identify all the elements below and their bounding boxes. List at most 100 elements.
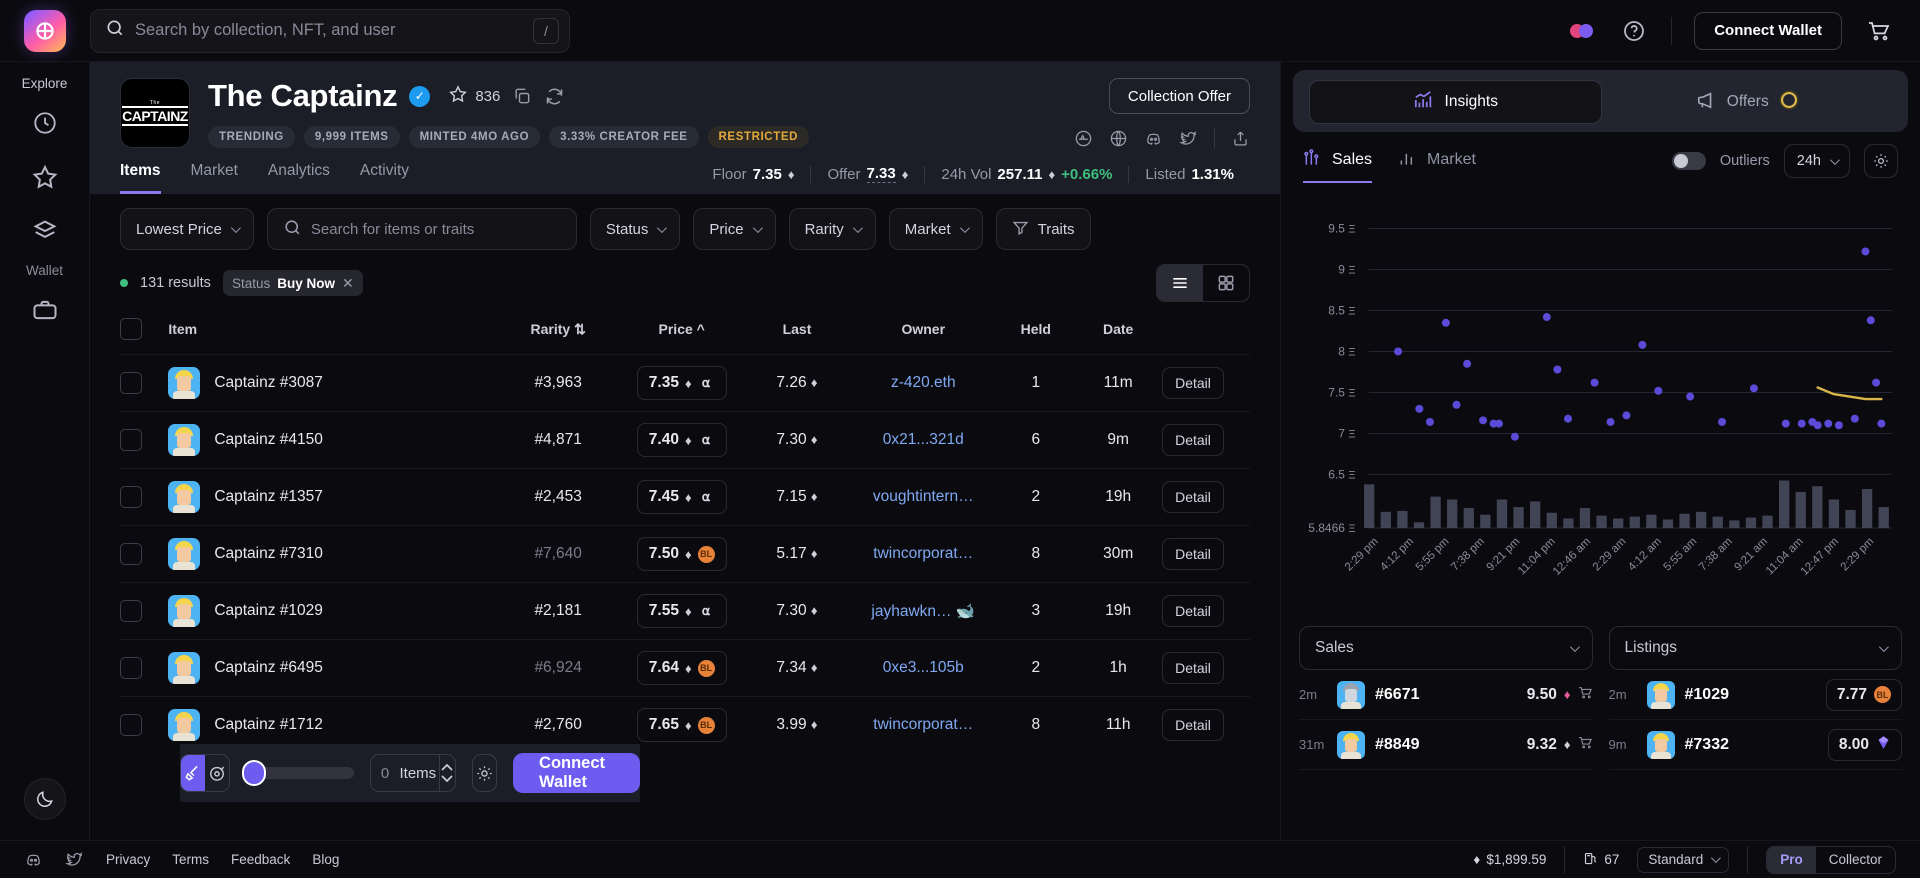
tab-items[interactable]: Items [120, 162, 161, 194]
detail-button[interactable]: Detail [1162, 367, 1224, 399]
listings-dropdown[interactable]: Listings [1609, 626, 1903, 670]
refresh-icon[interactable] [544, 86, 565, 107]
select-all-checkbox[interactable] [120, 318, 142, 340]
sweep-quantity-stepper[interactable]: 0 Items [370, 754, 457, 792]
discord-icon[interactable] [24, 850, 43, 869]
rewards-icon[interactable] [1567, 16, 1597, 46]
tab-analytics[interactable]: Analytics [268, 162, 330, 194]
item-search-input[interactable]: Search for items or traits [267, 208, 577, 250]
grid-view-icon[interactable] [1203, 265, 1249, 301]
listing-price-badge[interactable]: 8.00 [1828, 729, 1902, 761]
column-price[interactable]: Price ^ [619, 310, 745, 355]
sidebar-item-watchlist[interactable] [14, 155, 76, 199]
row-checkbox[interactable] [120, 657, 142, 679]
owner-link[interactable]: voughtintern… [873, 488, 974, 505]
traits-filter[interactable]: Traits [996, 208, 1091, 250]
sidebar-item-collections[interactable] [14, 209, 76, 253]
stat-offer[interactable]: Offer 7.33 ♦ [811, 165, 924, 183]
chart-settings-gear-icon[interactable] [1864, 144, 1898, 178]
column-date[interactable]: Date [1074, 310, 1162, 355]
active-filter-chip[interactable]: Status Buy Now ✕ [223, 270, 363, 296]
sweep-settings-gear-icon[interactable] [472, 754, 497, 792]
price-badge[interactable]: 7.40♦⍺ [637, 423, 727, 457]
list-item[interactable]: 2m#66719.50♦ [1299, 670, 1593, 720]
help-icon[interactable] [1619, 16, 1649, 46]
cart-icon[interactable] [1578, 735, 1593, 755]
row-checkbox[interactable] [120, 486, 142, 508]
table-row[interactable]: Captainz #4150#4,8717.40♦⍺7.30 ♦0x21...3… [120, 412, 1250, 469]
owner-link[interactable]: 0x21...321d [883, 431, 964, 448]
subtab-sales[interactable]: Sales [1303, 148, 1372, 183]
list-item[interactable]: 9m#73328.00 [1609, 720, 1903, 770]
price-filter[interactable]: Price [693, 208, 775, 250]
column-rarity[interactable]: Rarity ⇅ [498, 310, 619, 355]
owner-link[interactable]: 0xe3...105b [883, 659, 964, 676]
table-row[interactable]: Captainz #6495#6,9247.64♦BL7.34 ♦0xe3...… [120, 640, 1250, 697]
column-held[interactable]: Held [997, 310, 1074, 355]
gas-mode-dropdown[interactable]: Standard [1637, 847, 1729, 873]
detail-button[interactable]: Detail [1162, 481, 1224, 513]
cart-icon[interactable] [1864, 16, 1894, 46]
global-search[interactable]: Search by collection, NFT, and user / [90, 9, 570, 53]
row-checkbox[interactable] [120, 714, 142, 736]
row-checkbox[interactable] [120, 543, 142, 565]
outliers-toggle[interactable] [1672, 152, 1706, 170]
list-view-icon[interactable] [1157, 265, 1203, 301]
cart-icon[interactable] [1578, 685, 1593, 705]
sweep-quantity-value[interactable]: 0 [371, 765, 400, 782]
row-checkbox[interactable] [120, 429, 142, 451]
tab-market[interactable]: Market [191, 162, 238, 194]
footer-link-terms[interactable]: Terms [172, 852, 209, 867]
share-icon[interactable] [1231, 129, 1250, 148]
owner-link[interactable]: twincorporat… [873, 545, 973, 562]
broom-icon[interactable] [181, 755, 205, 791]
subtab-market[interactable]: Market [1398, 148, 1476, 183]
column-item[interactable]: Item [168, 310, 497, 355]
mode-collector[interactable]: Collector [1816, 847, 1895, 873]
stepper-arrows[interactable] [439, 755, 456, 791]
detail-button[interactable]: Detail [1162, 538, 1224, 570]
row-checkbox[interactable] [120, 372, 142, 394]
owner-link[interactable]: jayhawkn… [871, 603, 951, 620]
table-row[interactable]: Captainz #7310#7,6407.50♦BL5.17 ♦twincor… [120, 526, 1250, 583]
price-badge[interactable]: 7.55♦⍺ [637, 594, 727, 628]
moon-icon[interactable] [24, 778, 66, 820]
market-filter[interactable]: Market [889, 208, 983, 250]
target-icon[interactable] [205, 755, 229, 791]
price-badge[interactable]: 7.45♦⍺ [637, 480, 727, 514]
price-badge[interactable]: 7.35♦⍺ [637, 366, 727, 400]
globe-icon[interactable] [1109, 129, 1128, 148]
sort-dropdown[interactable]: Lowest Price [120, 208, 254, 250]
sidebar-item-activity[interactable] [14, 101, 76, 145]
price-badge[interactable]: 7.64♦BL [637, 651, 727, 685]
connect-wallet-top-button[interactable]: Connect Wallet [1694, 12, 1842, 50]
brand-logo-icon[interactable] [24, 10, 66, 52]
twitter-icon[interactable] [1179, 129, 1198, 148]
collection-offer-button[interactable]: Collection Offer [1109, 78, 1250, 114]
opensea-icon[interactable] [1074, 129, 1093, 148]
footer-link-privacy[interactable]: Privacy [106, 852, 150, 867]
owner-link[interactable]: twincorporat… [873, 716, 973, 733]
footer-link-feedback[interactable]: Feedback [231, 852, 290, 867]
tab-insights[interactable]: Insights [1309, 80, 1602, 124]
table-row[interactable]: Captainz #3087#3,9637.35♦⍺7.26 ♦z-420.et… [120, 355, 1250, 412]
close-icon[interactable]: ✕ [342, 275, 354, 292]
connect-wallet-sweep-button[interactable]: Connect Wallet [513, 753, 640, 793]
time-range-dropdown[interactable]: 24h [1784, 144, 1850, 178]
column-last[interactable]: Last [745, 310, 849, 355]
listing-price-badge[interactable]: 7.77BL [1826, 679, 1902, 711]
row-checkbox[interactable] [120, 600, 142, 622]
sweep-slider[interactable] [246, 767, 353, 779]
detail-button[interactable]: Detail [1162, 424, 1224, 456]
twitter-icon[interactable] [65, 850, 84, 869]
footer-link-blog[interactable]: Blog [312, 852, 339, 867]
mode-pro[interactable]: Pro [1767, 847, 1816, 873]
owner-link[interactable]: z-420.eth [891, 374, 956, 391]
search-input[interactable]: Search by collection, NFT, and user [135, 21, 523, 40]
favorite-button[interactable]: 836 [448, 84, 500, 108]
app-logo[interactable] [0, 10, 90, 52]
slider-thumb[interactable] [242, 760, 266, 786]
rarity-filter[interactable]: Rarity [789, 208, 876, 250]
sales-dropdown[interactable]: Sales [1299, 626, 1593, 670]
tab-activity[interactable]: Activity [360, 162, 409, 194]
